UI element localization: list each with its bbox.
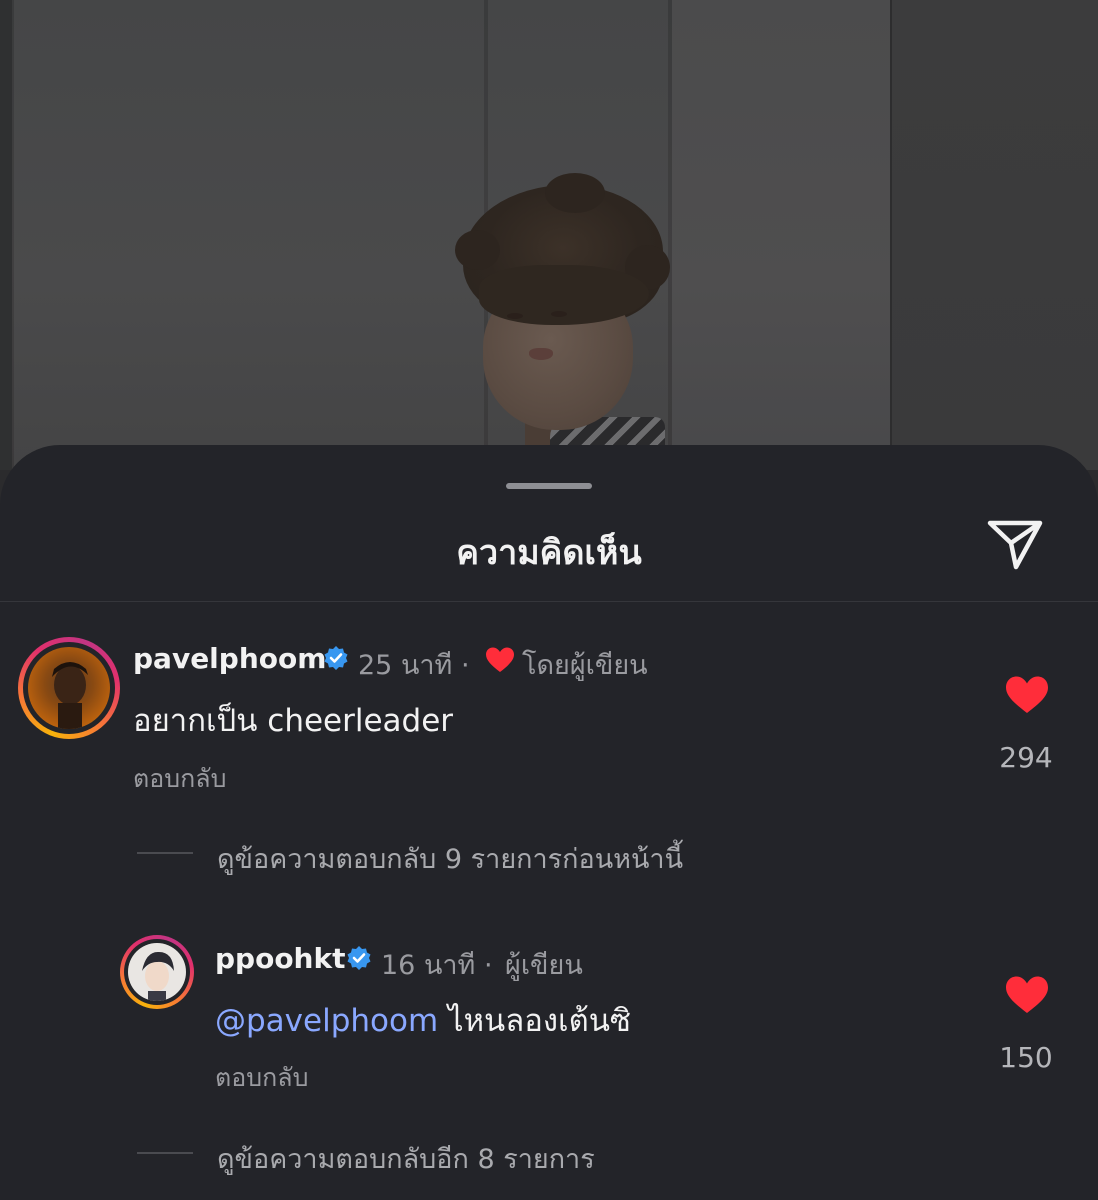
wall-edge <box>0 0 12 470</box>
eye <box>551 311 567 317</box>
post-video-background[interactable] <box>0 0 1098 470</box>
reply-username[interactable]: ppoohkt <box>215 942 346 975</box>
eye <box>507 313 523 319</box>
mention-link[interactable]: @pavelphoom <box>215 1003 438 1039</box>
hair-curl <box>545 173 605 213</box>
avatar-photo <box>128 943 186 1001</box>
reply-button[interactable]: ตอบกลับ <box>215 1058 308 1098</box>
like-count: 150 <box>999 1041 1053 1074</box>
view-more-replies-button[interactable]: ดูข้อความตอบกลับอีก 8 รายการ <box>217 1137 595 1180</box>
reply-text: ไหนลองเต้นซิ <box>448 1003 631 1039</box>
door <box>892 0 1098 470</box>
hair-curl <box>455 230 500 270</box>
mouth <box>529 348 553 360</box>
reply-time: 16 นาที · <box>381 950 493 981</box>
like-heart-icon[interactable] <box>1005 975 1049 1015</box>
verified-badge-icon <box>347 946 371 970</box>
avatar[interactable] <box>120 935 194 1009</box>
thread-line <box>137 1152 193 1154</box>
reply-item: ppoohkt 16 นาที · ผู้เขียน @pavelphoom ไ… <box>0 445 1098 1145</box>
reply-text-row: @pavelphoom ไหนลองเต้นซิ <box>215 995 631 1045</box>
app-root: ความคิดเห็น pavelphoom 25 นาที · โดยผู้เ… <box>0 0 1098 1200</box>
author-label: ผู้เขียน <box>505 950 583 981</box>
comments-sheet: ความคิดเห็น pavelphoom 25 นาที · โดยผู้เ… <box>0 445 1098 1200</box>
person-figure <box>455 173 675 457</box>
wall-panel <box>672 0 892 470</box>
wall-panel <box>14 0 484 470</box>
